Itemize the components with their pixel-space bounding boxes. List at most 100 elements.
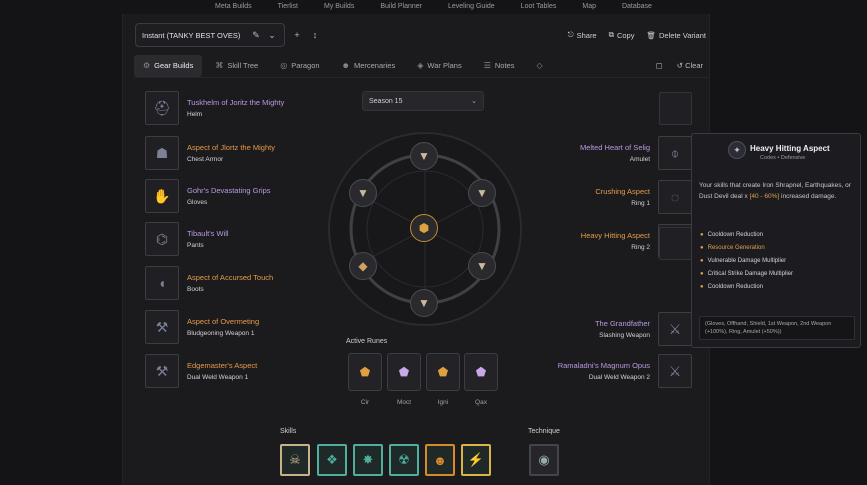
- share-icon: ⎋: [567, 30, 574, 39]
- tab-notes[interactable]: ☰ Notes: [475, 55, 524, 77]
- skill-slot[interactable]: ☢: [389, 444, 419, 476]
- rune-node-upper-right[interactable]: ▼: [468, 179, 496, 207]
- chevron-down-icon[interactable]: ⌄: [266, 30, 278, 41]
- gear-slot-type: Gloves: [187, 199, 208, 206]
- chest-icon: ☗: [145, 136, 179, 170]
- aspect-tooltip: ✦ Heavy Hitting Aspect Codex • Defensive…: [691, 133, 861, 348]
- sword-icon: ⚔: [658, 312, 692, 346]
- bullet-icon: ●: [700, 258, 704, 264]
- rune-node-center[interactable]: ⬢: [410, 214, 438, 242]
- gear-name: Aspect of Overmeting: [187, 317, 260, 326]
- nav-link[interactable]: Leveling Guide: [448, 3, 495, 14]
- gear-slot[interactable]: ⌽ Melted Heart of Selig Amulet: [580, 136, 692, 170]
- rune-node-bottom[interactable]: ▼: [410, 289, 438, 317]
- nav-link[interactable]: My Builds: [324, 3, 354, 14]
- tooltip-stat: ● Vulnerable Damage Multiplier: [700, 258, 787, 264]
- gear-name: Aspect of Jlortz the Mighty: [187, 143, 275, 152]
- tab-war-plans[interactable]: ◈ War Plans: [408, 55, 470, 77]
- skill-slot[interactable]: ❖: [317, 444, 347, 476]
- gear-slot[interactable]: ⌬ Tibault's Will Pants: [145, 222, 229, 256]
- gear-slot[interactable]: ⚒ Aspect of Overmeting Bludgeoning Weapon …: [145, 310, 259, 344]
- mercenary-icon: ☻: [341, 61, 350, 70]
- share-button[interactable]: ⎋ Share: [568, 30, 597, 40]
- notes-icon: ☰: [483, 61, 491, 70]
- gear-slot[interactable]: ◖ Aspect of Accursed Touch Boots: [145, 266, 273, 300]
- rune-node-top[interactable]: ▼: [410, 142, 438, 170]
- gear-slot-type: Slashing Weapon: [599, 332, 650, 339]
- rune-node-upper-left[interactable]: ▼: [349, 179, 377, 207]
- season-select[interactable]: Season 15 ⌄: [362, 91, 484, 111]
- tab-extra[interactable]: ◇: [527, 55, 551, 77]
- skill-slot[interactable]: ☻: [425, 444, 455, 476]
- weapon-icon: ⚒: [145, 354, 179, 388]
- gear-name: Aspect of Accursed Touch: [187, 273, 274, 282]
- skill-slot[interactable]: ✸: [353, 444, 383, 476]
- gear-name: Heavy Hitting Aspect: [580, 231, 650, 240]
- gear-slot-type: Ring 2: [631, 244, 650, 251]
- rune-node-lower-left[interactable]: ◆: [349, 252, 377, 280]
- technique-slot[interactable]: ◉: [529, 444, 559, 476]
- gear-slot[interactable]: ⛑ Tuskhelm of Joritz the Mighty Helm: [145, 91, 284, 125]
- trash-icon: 🗑: [646, 30, 657, 40]
- skill-slot[interactable]: ⚡: [461, 444, 491, 476]
- tab-skill-tree[interactable]: ⌘ Skill Tree: [206, 55, 267, 77]
- rune-icon[interactable]: ⬟: [387, 353, 421, 391]
- gear-slot-type: Helm: [187, 111, 203, 118]
- gear-slot-type: Boots: [187, 286, 204, 293]
- clear-button[interactable]: ↺ Clear: [677, 61, 703, 70]
- tab-mercenaries[interactable]: ☻ Mercenaries: [333, 55, 405, 77]
- diamond-icon: ◇: [536, 61, 543, 70]
- tooltip-title: Heavy Hitting Aspect: [750, 144, 830, 153]
- gear-slot[interactable]: ✋ Gohr's Devastating Grips Gloves: [145, 179, 271, 213]
- gear-slot[interactable]: ☗ Aspect of Jlortz the Mighty Chest Armor: [145, 136, 275, 170]
- empty-gear-slot[interactable]: [659, 227, 692, 260]
- tooltip-stat: ● Critical Strike Damage Multiplier: [700, 271, 793, 277]
- nav-link[interactable]: Meta Builds: [215, 3, 252, 14]
- rune-node-lower-right[interactable]: ▼: [468, 252, 496, 280]
- chevron-down-icon: ⌄: [471, 98, 477, 105]
- rune-name: Moct: [396, 399, 412, 406]
- nav-link[interactable]: Database: [622, 3, 652, 14]
- boots-icon: ◖: [145, 266, 179, 300]
- copy-button[interactable]: ⧉ Copy: [609, 30, 635, 40]
- pants-icon: ⌬: [145, 222, 179, 256]
- rune-icon[interactable]: ⬟: [464, 353, 498, 391]
- reorder-icon[interactable]: ↕: [309, 30, 321, 40]
- tooltip-stats: ● Cooldown Reduction ● Resource Generation ●…: [700, 232, 793, 290]
- gear-slot[interactable]: ◌ Crushing Aspect Ring 1: [595, 180, 692, 214]
- gear-slot-type: Dual Weld Weapon 2: [588, 374, 650, 381]
- aspect-icon: ✦: [728, 141, 746, 159]
- gear-slot[interactable]: ⚔ The Grandfather Slashing Weapon: [595, 312, 692, 346]
- rune-icon[interactable]: ⬟: [348, 353, 382, 391]
- rune-icon[interactable]: ⬟: [426, 353, 460, 391]
- gear-slot-type: Bludgeoning Weapon 1: [187, 330, 255, 337]
- tab-paragon[interactable]: ◎ Paragon: [271, 55, 328, 77]
- nav-link[interactable]: Tierlist: [278, 3, 298, 14]
- gear-slot[interactable]: ⚔ Ramaladni's Magnum Opus Dual Weld Weapon…: [558, 354, 692, 388]
- helm-icon: ⛑: [145, 91, 179, 125]
- window-icon[interactable]: ▢: [656, 61, 663, 70]
- tooltip-footer: (Gloves, Offhand, Shield, 1st Weapon, 2n…: [699, 316, 855, 340]
- gear-icon: ⚙: [143, 61, 151, 70]
- sword-icon: ⚔: [658, 354, 692, 388]
- warplan-icon: ◈: [417, 61, 424, 70]
- gear-slot[interactable]: ⚒ Edgemaster's Aspect Dual Weld Weapon 1: [145, 354, 257, 388]
- skill-slot[interactable]: ☠: [280, 444, 310, 476]
- amulet-icon: ⌽: [658, 136, 692, 170]
- gear-name: Gohr's Devastating Grips: [187, 186, 271, 195]
- nav-link[interactable]: Map: [582, 3, 596, 14]
- edit-icon[interactable]: ✎: [250, 30, 262, 41]
- tab-gear-builds[interactable]: ⚙ Gear Builds: [134, 54, 203, 77]
- bullet-icon: ●: [700, 271, 704, 277]
- nav-link[interactable]: Loot Tables: [521, 3, 557, 14]
- tooltip-stat: ● Cooldown Reduction: [700, 232, 763, 238]
- copy-icon: ⧉: [608, 30, 614, 39]
- variant-selector[interactable]: Instant (TANKY BEST OVES) ✎ ⌄: [135, 23, 285, 47]
- gear-name: The Grandfather: [594, 319, 650, 328]
- gear-slot-type: Pants: [187, 242, 204, 249]
- delete-variant-button[interactable]: 🗑 Delete Variant: [646, 30, 706, 40]
- ring-icon: ◌: [658, 180, 692, 214]
- nav-link[interactable]: Build Planner: [380, 3, 422, 14]
- add-variant-icon[interactable]: +: [291, 30, 303, 40]
- empty-gear-slot[interactable]: [659, 92, 692, 125]
